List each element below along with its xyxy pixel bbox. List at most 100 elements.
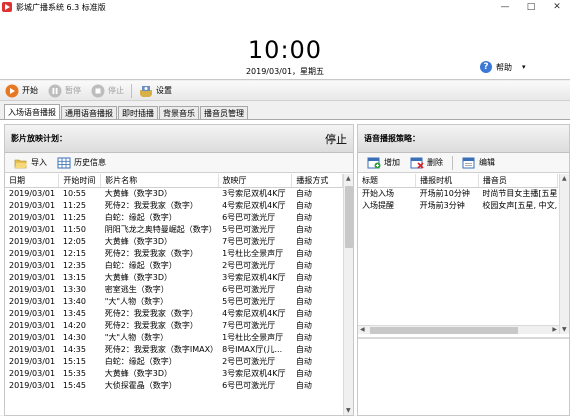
- schedule-cell: 大黄蜂（数字3D）: [104, 188, 172, 198]
- schedule-cell: 2号巴可激光厅: [222, 260, 276, 270]
- schedule-row[interactable]: 2019/03/01 15:35 大黄蜂（数字3D） 3号索尼双机4K厅 自动: [5, 368, 343, 380]
- schedule-scrollbar[interactable]: ▲ ▼: [343, 174, 353, 415]
- tab-entry-announcement[interactable]: 入场语音播报: [4, 104, 60, 120]
- schedule-row[interactable]: 2019/03/01 12:35 白蛇：缘起（数字） 2号巴可激光厅 自动: [5, 260, 343, 272]
- strategy-column-header[interactable]: 播报时机: [415, 174, 479, 188]
- minimize-button[interactable]: —: [496, 1, 514, 13]
- add-button[interactable]: 增加: [364, 157, 403, 169]
- scroll-down-icon[interactable]: ▼: [562, 326, 567, 333]
- schedule-cell: 白蛇：缘起（数字）: [104, 212, 177, 222]
- strategy-cell: 入场提醒: [362, 200, 394, 210]
- schedule-column-header[interactable]: 放映厅: [218, 174, 293, 188]
- schedule-row[interactable]: 2019/03/01 14:20 死侍2：我爱我家（数字） 7号巴可激光厅 自动: [5, 320, 343, 332]
- schedule-row[interactable]: 2019/03/01 12:15 死侍2：我爱我家（数字） 1号杜比全景声厅 自动: [5, 248, 343, 260]
- tab-background-music[interactable]: 背景音乐: [159, 106, 199, 120]
- schedule-cell: 2019/03/01: [9, 200, 56, 210]
- add-icon: [367, 157, 381, 168]
- schedule-cell: "大"人物（数字）: [104, 296, 169, 306]
- schedule-row[interactable]: 2019/03/01 13:45 死侍2：我爱我家（数字） 4号索尼双机4K厅 自动: [5, 308, 343, 320]
- schedule-table: 日期 开始时间 影片名称 放映厅 播报方式 2019/03/01 10:55 大黄蜂（数字3…: [5, 174, 343, 392]
- tab-general-announcement[interactable]: 通用语音播报: [61, 106, 117, 120]
- schedule-row[interactable]: 2019/03/01 11:25 白蛇：缘起（数字） 6号巴可激光厅 自动: [5, 212, 343, 224]
- schedule-cell: 5号巴可激光厅: [222, 296, 276, 306]
- schedule-cell: 大侦探霍晶（数字）: [104, 380, 177, 390]
- schedule-cell: 2019/03/01: [9, 260, 56, 270]
- strategy-scrollbar[interactable]: ▲ ▼: [559, 174, 569, 334]
- strategy-cell: 开始入场: [362, 188, 394, 198]
- tab-announcer-management[interactable]: 播音员管理: [200, 106, 248, 120]
- schedule-row[interactable]: 2019/03/01 13:15 大黄蜂（数字3D） 3号索尼双机4K厅 自动: [5, 272, 343, 284]
- stop-label: 停止: [108, 86, 124, 95]
- schedule-cell: 自动: [295, 284, 312, 294]
- tab-content: 影片放映计划： 停止 导入 历史信息 日期 开始时间 影片名称 放映厅 播报方式 201…: [0, 119, 570, 416]
- schedule-cell: 白蛇：缘起（数字）: [104, 356, 177, 366]
- edit-button[interactable]: 编辑: [459, 157, 498, 169]
- schedule-cell: 自动: [295, 356, 312, 366]
- strategy-column-header[interactable]: 播音员: [478, 174, 559, 188]
- schedule-cell: 2号巴可激光厅: [222, 356, 276, 366]
- maximize-button[interactable]: □: [522, 1, 540, 13]
- schedule-column-header[interactable]: 日期: [5, 174, 60, 188]
- pause-icon: [48, 84, 62, 97]
- schedule-cell: 13:40: [62, 296, 86, 306]
- delete-button[interactable]: 删除: [407, 157, 446, 169]
- schedule-cell: 1号杜比全景声厅: [222, 248, 284, 258]
- import-label: 导入: [31, 158, 47, 167]
- schedule-cell: 2019/03/01: [9, 380, 56, 390]
- strategy-row[interactable]: 入场提醒 开场前3分钟 校园女声[五星, 中文,: [358, 200, 558, 212]
- schedule-row[interactable]: 2019/03/01 13:40 "大"人物（数字） 5号巴可激光厅 自动: [5, 296, 343, 308]
- schedule-column-header[interactable]: 开始时间: [58, 174, 102, 188]
- schedule-cell: 10:55: [62, 188, 86, 198]
- scroll-right-icon[interactable]: ▶: [552, 326, 557, 333]
- panel-splitter[interactable]: [358, 337, 569, 339]
- schedule-cell: 12:35: [62, 260, 86, 270]
- schedule-cell: 自动: [295, 224, 312, 234]
- schedule-column-header[interactable]: 影片名称: [100, 174, 219, 188]
- pause-button[interactable]: 暂停: [43, 82, 86, 100]
- schedule-row[interactable]: 2019/03/01 14:35 死侍2：我爱我家（数字IMAX） 8号IMAX厅(儿…: [5, 344, 343, 356]
- scroll-up-icon[interactable]: ▲: [346, 175, 351, 182]
- grid-icon: [57, 157, 71, 168]
- schedule-scroll-thumb[interactable]: [345, 186, 353, 248]
- close-button[interactable]: ✕: [548, 1, 566, 13]
- strategy-column-header[interactable]: 标题: [358, 174, 417, 188]
- schedule-cell: 2019/03/01: [9, 344, 56, 354]
- toolbar-divider: [131, 83, 132, 98]
- strategy-hscrollbar[interactable]: ◀ ▶: [358, 325, 559, 334]
- help-icon: ?: [480, 61, 492, 73]
- settings-button[interactable]: 设置: [134, 82, 177, 100]
- strategy-cell: 时尚节目女主播[五星: [482, 188, 558, 198]
- strategy-panel: 语音播报策略： 增加 删除 编辑 标题 播报时机 播音员 开始入场 开场前10分钟 时尚…: [357, 124, 570, 416]
- schedule-row[interactable]: 2019/03/01 15:45 大侦探霍晶（数字） 6号巴可激光厅 自动: [5, 380, 343, 392]
- start-button[interactable]: 开始: [0, 82, 43, 100]
- schedule-cell: 2019/03/01: [9, 212, 56, 222]
- strategy-hscroll-thumb[interactable]: [370, 327, 518, 334]
- schedule-row[interactable]: 2019/03/01 11:50 阴阳飞龙之奥特曼崛起（数字） 5号巴可激光厅 自动: [5, 224, 343, 236]
- schedule-row[interactable]: 2019/03/01 15:15 白蛇：缘起（数字） 2号巴可激光厅 自动: [5, 356, 343, 368]
- stop-button[interactable]: 停止: [86, 82, 129, 100]
- schedule-cell: 14:35: [62, 344, 86, 354]
- schedule-row[interactable]: 2019/03/01 11:25 死侍2：我爱我家（数字） 4号索尼双机4K厅 自动: [5, 200, 343, 212]
- schedule-cell: 15:35: [62, 368, 86, 378]
- playback-status: 停止: [325, 132, 347, 146]
- scroll-left-icon[interactable]: ◀: [360, 326, 365, 333]
- tab-instant-insert[interactable]: 即时插播: [118, 106, 158, 120]
- scroll-down-icon[interactable]: ▼: [346, 407, 351, 414]
- scroll-up-icon[interactable]: ▲: [562, 175, 567, 182]
- schedule-row[interactable]: 2019/03/01 12:05 大黄蜂（数字3D） 7号巴可激光厅 自动: [5, 236, 343, 248]
- strategy-row[interactable]: 开始入场 开场前10分钟 时尚节目女主播[五星: [358, 187, 558, 200]
- history-button[interactable]: 历史信息: [54, 157, 109, 169]
- schedule-column-header[interactable]: 播报方式: [291, 174, 343, 188]
- help-menu[interactable]: ? 帮助 ▾: [480, 61, 526, 73]
- schedule-cell: 自动: [295, 188, 312, 198]
- pause-label: 暂停: [65, 86, 81, 95]
- schedule-cell: 13:15: [62, 272, 86, 282]
- schedule-row[interactable]: 2019/03/01 14:30 "大"人物（数字） 1号杜比全景声厅 自动: [5, 332, 343, 344]
- stop-icon: [91, 84, 105, 97]
- schedule-row[interactable]: 2019/03/01 10:55 大黄蜂（数字3D） 3号索尼双机4K厅 自动: [5, 187, 343, 200]
- schedule-row[interactable]: 2019/03/01 13:30 密室逃生（数字） 6号巴可激光厅 自动: [5, 284, 343, 296]
- strategy-cell: 校园女声[五星, 中文,: [482, 200, 558, 210]
- schedule-cell: 阴阳飞龙之奥特曼崛起（数字）: [104, 224, 217, 234]
- schedule-cell: 自动: [295, 332, 312, 342]
- import-button[interactable]: 导入: [11, 157, 50, 169]
